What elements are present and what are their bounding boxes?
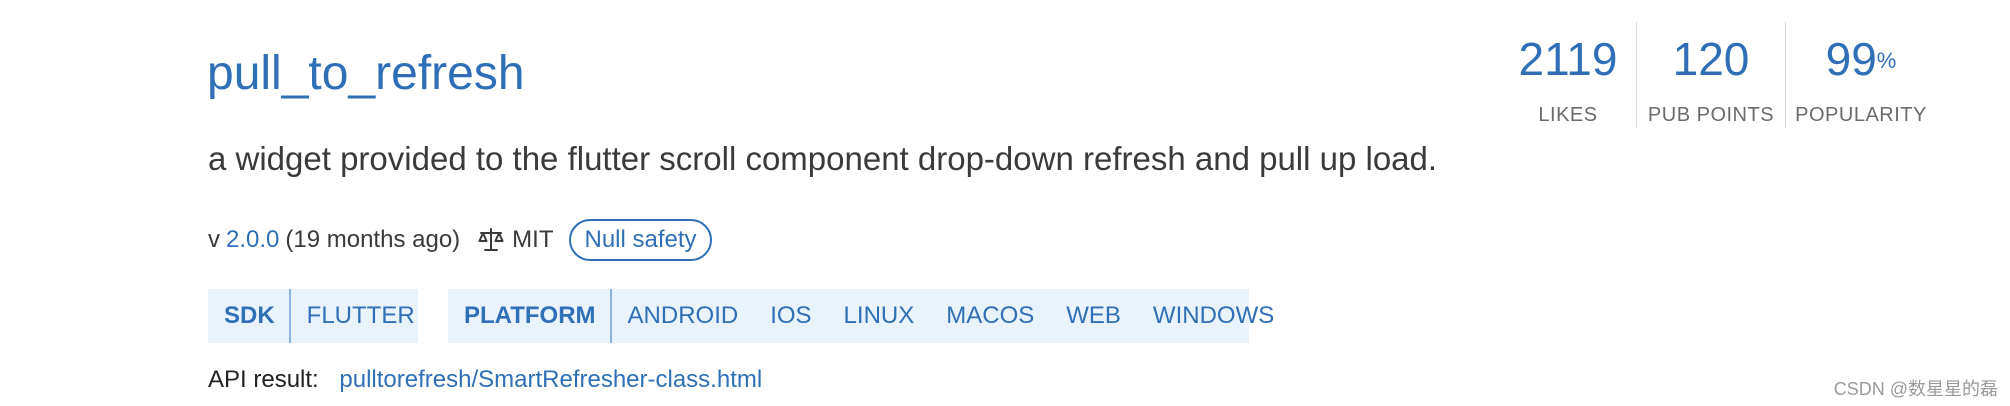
- pub-points-count: 120: [1672, 33, 1750, 85]
- api-result-label: API result:: [208, 366, 319, 393]
- platform-tag-android[interactable]: ANDROID: [612, 289, 755, 343]
- popularity-value: 99: [1825, 33, 1877, 85]
- version-prefix: v: [208, 226, 220, 253]
- sdk-tag-group: SDK FLUTTER: [208, 289, 418, 343]
- package-meta-row: v 2.0.0 (19 months ago) MIT Null safety: [208, 217, 712, 263]
- platform-tag-group: PLATFORM ANDROID IOS LINUX MACOS WEB WIN…: [448, 289, 1274, 343]
- platform-tag-macos[interactable]: MACOS: [930, 289, 1050, 343]
- platform-tag-windows[interactable]: WINDOWS: [1137, 289, 1290, 343]
- pub-points-stat[interactable]: 120 PUB POINTS: [1636, 22, 1785, 128]
- license-text: MIT: [512, 226, 554, 253]
- watermark: CSDN @数星星的磊: [1833, 379, 1998, 399]
- api-result-row: API result: pulltorefresh/SmartRefresher…: [208, 364, 762, 396]
- platform-tag-web[interactable]: WEB: [1050, 289, 1137, 343]
- package-stats: 2119 LIKES 120 PUB POINTS 99% POPULARITY: [1500, 22, 1936, 128]
- popularity-stat[interactable]: 99% POPULARITY: [1785, 22, 1936, 128]
- version-link[interactable]: 2.0.0: [226, 226, 279, 254]
- sdk-tag-header: SDK: [208, 289, 291, 343]
- package-title-link[interactable]: pull_to_refresh: [207, 44, 525, 104]
- package-description: a widget provided to the flutter scroll …: [208, 140, 1438, 177]
- pub-points-label: PUB POINTS: [1647, 104, 1775, 126]
- popularity-value-wrap: 99%: [1826, 34, 1897, 84]
- likes-label: LIKES: [1538, 104, 1598, 126]
- version-age: (19 months ago): [285, 226, 461, 253]
- likes-count: 2119: [1518, 33, 1618, 85]
- api-result-link[interactable]: pulltorefresh/SmartRefresher-class.html: [339, 366, 762, 393]
- platform-tag-ios[interactable]: IOS: [754, 289, 827, 343]
- sdk-tag-flutter[interactable]: FLUTTER: [291, 289, 431, 343]
- platform-tag-header: PLATFORM: [448, 289, 612, 343]
- scale-balance-icon: [478, 227, 504, 253]
- package-page: pull_to_refresh a widget provided to the…: [0, 0, 2010, 406]
- popularity-label: POPULARITY: [1795, 104, 1927, 126]
- likes-stat[interactable]: 2119 LIKES: [1500, 22, 1636, 128]
- null-safety-badge[interactable]: Null safety: [569, 219, 712, 261]
- platform-tag-linux[interactable]: LINUX: [828, 289, 931, 343]
- popularity-unit: %: [1876, 48, 1897, 73]
